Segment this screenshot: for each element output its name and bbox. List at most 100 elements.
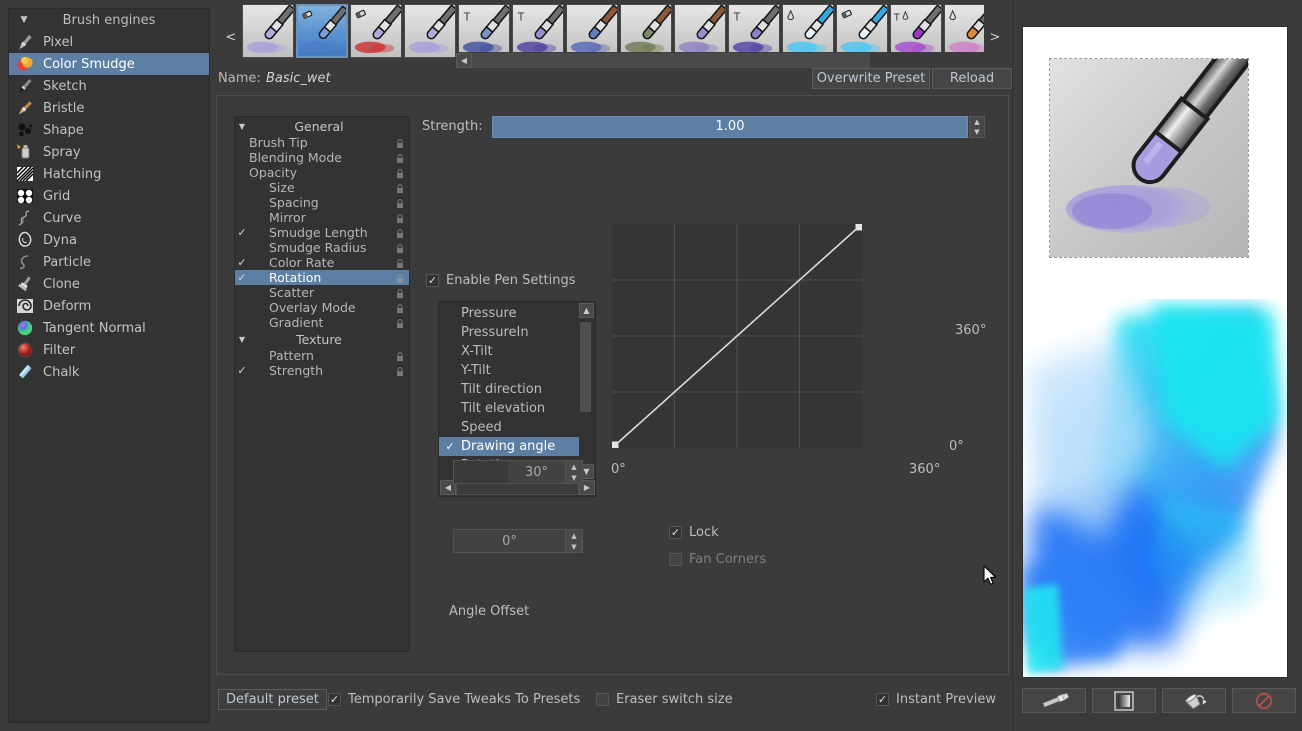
tree-row-smudge-length[interactable]: ✓Smudge Length [235,225,409,240]
temporarily-save-tweaks-checkbox[interactable]: ✓ Temporarily Save Tweaks To Presets [328,692,580,707]
tree-group-general[interactable]: ▼General [235,117,409,135]
checkbox-check-icon[interactable]: ✓ [235,364,249,377]
tree-row-overlay-mode[interactable]: Overlay Mode [235,300,409,315]
collapse-triangle-icon[interactable]: ▼ [13,15,35,25]
engine-item-filter[interactable]: Filter [9,339,209,361]
lock-icon[interactable] [396,365,404,375]
lock-icon[interactable] [396,302,404,312]
default-preset-button[interactable]: Default preset [218,689,327,710]
sensor-list[interactable]: PressurePressureInX-TiltY-TiltTilt direc… [439,302,579,480]
tree-row-smudge-radius[interactable]: Smudge Radius [235,240,409,255]
preset-thumb-wet-knife[interactable] [782,4,834,58]
tree-row-size[interactable]: Size [235,180,409,195]
tree-row-gradient[interactable]: Gradient [235,315,409,330]
angle-offset-arrows[interactable]: ▲ ▼ [565,530,582,552]
engine-item-bristle[interactable]: Bristle [9,97,209,119]
collapse-triangle-icon[interactable]: ▼ [235,335,249,344]
preset-name-input[interactable]: Basic_wet [262,68,808,89]
sensor-item-pressure[interactable]: Pressure [439,304,579,323]
spin-down-icon[interactable]: ▼ [566,541,582,552]
sensor-item-x-tilt[interactable]: X-Tilt [439,342,579,361]
tree-row-blending-mode[interactable]: Blending Mode [235,150,409,165]
sensor-item-speed[interactable]: Speed [439,418,579,437]
overwrite-preset-button[interactable]: Overwrite Preset [812,68,930,89]
tree-row-color-rate[interactable]: ✓Color Rate [235,255,409,270]
spin-up-icon[interactable]: ▲ [566,461,582,472]
fan-angle-spinbox[interactable]: 30° ▲ ▼ [453,460,583,484]
strength-spinbox[interactable]: ▲ ▼ [969,116,985,138]
preset-thumb-blender-knife[interactable]: T [512,4,564,58]
reload-preset-button[interactable]: Reload [932,68,1012,89]
strength-spin-down-icon[interactable]: ▼ [970,127,984,137]
lock-checkbox[interactable]: ✓ Lock [669,525,719,540]
tree-group-texture[interactable]: ▼Texture [235,330,409,348]
engine-item-pixel[interactable]: Pixel [9,31,209,53]
brush-engines-list[interactable]: ▼ Brush engines PixelColor SmudgeSketchB… [8,8,210,723]
engine-item-spray[interactable]: Spray [9,141,209,163]
checkbox-check-icon[interactable]: ✓ [235,226,249,239]
checkbox-check-icon[interactable]: ✓ [235,256,249,269]
engine-item-particle[interactable]: Particle [9,251,209,273]
collapse-triangle-icon[interactable]: ▼ [235,122,249,131]
preset-thumb-blender-blur[interactable]: T [458,4,510,58]
lock-icon[interactable] [396,350,404,360]
preset-thumb-blender-rake[interactable] [566,4,618,58]
scroll-left-icon[interactable]: ◀ [456,53,472,68]
engine-item-chalk[interactable]: Chalk [9,361,209,383]
lock-icon[interactable] [396,272,404,282]
tree-row-rotation[interactable]: ✓Rotation [235,270,409,285]
preset-thumb-basic-tip-soft[interactable] [404,4,456,58]
engine-item-hatching[interactable]: Hatching [9,163,209,185]
eraser-switch-size-checkbox[interactable]: Eraser switch size [596,692,733,707]
lock-icon[interactable] [396,182,404,192]
lock-icon[interactable] [396,287,404,297]
sensor-item-y-tilt[interactable]: Y-Tilt [439,361,579,380]
sensor-item-drawing-angle[interactable]: ✓Drawing angle [439,437,579,456]
angle-offset-spinbox[interactable]: 0° ▲ ▼ [453,529,583,553]
response-curve-widget[interactable] [612,224,862,448]
instant-preview-checkbox[interactable]: ✓ Instant Preview [876,692,996,707]
preset-thumbnail-strip[interactable]: TTTT [242,4,984,58]
engine-item-curve[interactable]: Curve [9,207,209,229]
preset-thumb-smudge-rake[interactable] [674,4,726,58]
preset-thumb-wet-bristles[interactable] [836,4,888,58]
tree-row-strength[interactable]: ✓Strength [235,363,409,378]
engine-item-tangent-normal[interactable]: Tangent Normal [9,317,209,339]
preset-thumb-ink-gpen[interactable]: T [890,4,942,58]
strength-slider[interactable]: 1.00 [492,116,968,138]
fan-corners-checkbox[interactable]: Fan Corners [669,552,766,567]
sensor-vscroll-thumb[interactable] [580,322,591,412]
enable-pen-settings-checkbox[interactable]: ✓ Enable Pen Settings [426,273,575,288]
preset-strip-prev-arrow[interactable]: < [224,30,238,46]
sensor-vscroll-track[interactable] [579,318,594,464]
scratchpad-frame[interactable] [1022,26,1288,678]
scroll-up-icon[interactable]: ▲ [579,303,594,318]
lock-icon[interactable] [396,242,404,252]
preset-thumb-basic-wet[interactable] [296,4,348,58]
sensor-vertical-scrollbar[interactable]: ▲ ▼ [579,303,594,479]
lock-icon[interactable] [396,167,404,177]
tree-row-brush-tip[interactable]: Brush Tip [235,135,409,150]
strength-spin-up-icon[interactable]: ▲ [970,117,984,127]
engine-item-color-smudge[interactable]: Color Smudge [9,53,209,75]
checkbox-check-icon[interactable]: ✓ [235,271,249,284]
engine-item-shape[interactable]: Shape [9,119,209,141]
lock-icon[interactable] [396,197,404,207]
spin-down-icon[interactable]: ▼ [566,472,582,483]
preset-scroll-thumb[interactable] [473,54,869,67]
engine-item-sketch[interactable]: Sketch [9,75,209,97]
tree-row-opacity[interactable]: Opacity [235,165,409,180]
brush-option-tree[interactable]: ▼GeneralBrush TipBlending ModeOpacitySiz… [234,116,410,652]
tree-row-mirror[interactable]: Mirror [235,210,409,225]
lock-icon[interactable] [396,152,404,162]
engine-item-dyna[interactable]: Dyna [9,229,209,251]
engine-item-deform[interactable]: Deform [9,295,209,317]
fan-angle-arrows[interactable]: ▲ ▼ [565,461,582,483]
sensor-item-tilt-direction[interactable]: Tilt direction [439,380,579,399]
lock-icon[interactable] [396,317,404,327]
preset-thumb-basic-tip-default[interactable] [242,4,294,58]
lock-icon[interactable] [396,212,404,222]
lock-icon[interactable] [396,257,404,267]
clear-scratchpad-button[interactable] [1232,688,1296,713]
lock-icon[interactable] [396,137,404,147]
